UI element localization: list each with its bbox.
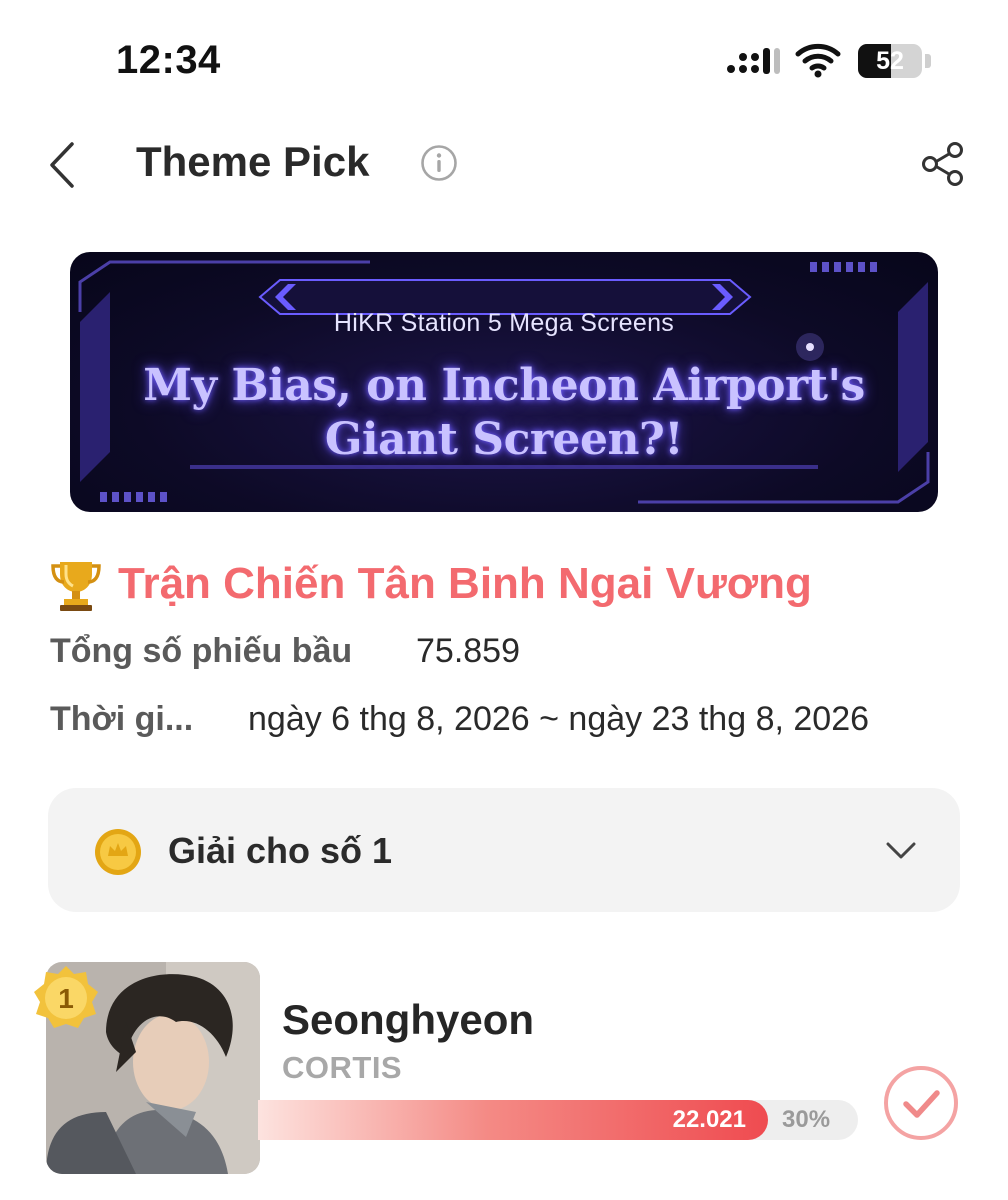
banner-headline-line2: Giant Screen?! (324, 414, 684, 465)
rank-number: 1 (58, 983, 74, 1014)
share-icon[interactable] (918, 140, 966, 188)
status-time: 12:34 (116, 38, 221, 82)
total-votes-value: 75.859 (416, 632, 520, 670)
banner-subtitle: HiKR Station 5 Mega Screens (333, 309, 675, 337)
page-title: Theme Pick (136, 138, 370, 185)
total-votes-label: Tổng số phiếu bầu (50, 632, 353, 670)
battery-tip (925, 54, 931, 68)
chevron-down-icon (886, 842, 916, 859)
coin-icon (95, 829, 141, 875)
event-title-row: Trận Chiến Tân Binh Ngai Vương (50, 556, 812, 612)
candidate-group: CORTIS (282, 1050, 403, 1085)
prize-label: Giải cho số 1 (168, 830, 393, 871)
trophy-icon (51, 562, 101, 611)
prize-dropdown[interactable]: Giải cho số 1 (48, 788, 960, 912)
event-banner[interactable]: HiKR Station 5 Mega Screens My Bias, on … (70, 252, 938, 512)
candidate-percent: 30% (782, 1106, 831, 1133)
period-value: ngày 6 thg 8, 2026 ~ ngày 23 thg 8, 2026 (248, 700, 870, 738)
candidate-name: Seonghyeon (282, 996, 535, 1043)
rank-badge-icon: 1 (34, 966, 98, 1028)
wifi-icon (795, 43, 841, 78)
info-icon[interactable] (420, 144, 458, 182)
vote-progress-track: 22.021 30% (258, 1100, 858, 1140)
event-title: Trận Chiến Tân Binh Ngai Vương (118, 559, 812, 608)
back-chevron-icon[interactable] (44, 140, 84, 190)
banner-headline-line1: My Bias, on Incheon Airport's (143, 360, 865, 411)
battery-indicator: 52 (858, 44, 922, 78)
battery-level: 52 (876, 47, 904, 75)
period-label: Thời gi... (50, 700, 194, 738)
cellular-signal-icon (727, 48, 780, 74)
candidate-votes: 22.021 (672, 1106, 746, 1133)
vote-progress-fill: 22.021 (258, 1100, 768, 1140)
check-circle-icon[interactable] (882, 1064, 960, 1142)
